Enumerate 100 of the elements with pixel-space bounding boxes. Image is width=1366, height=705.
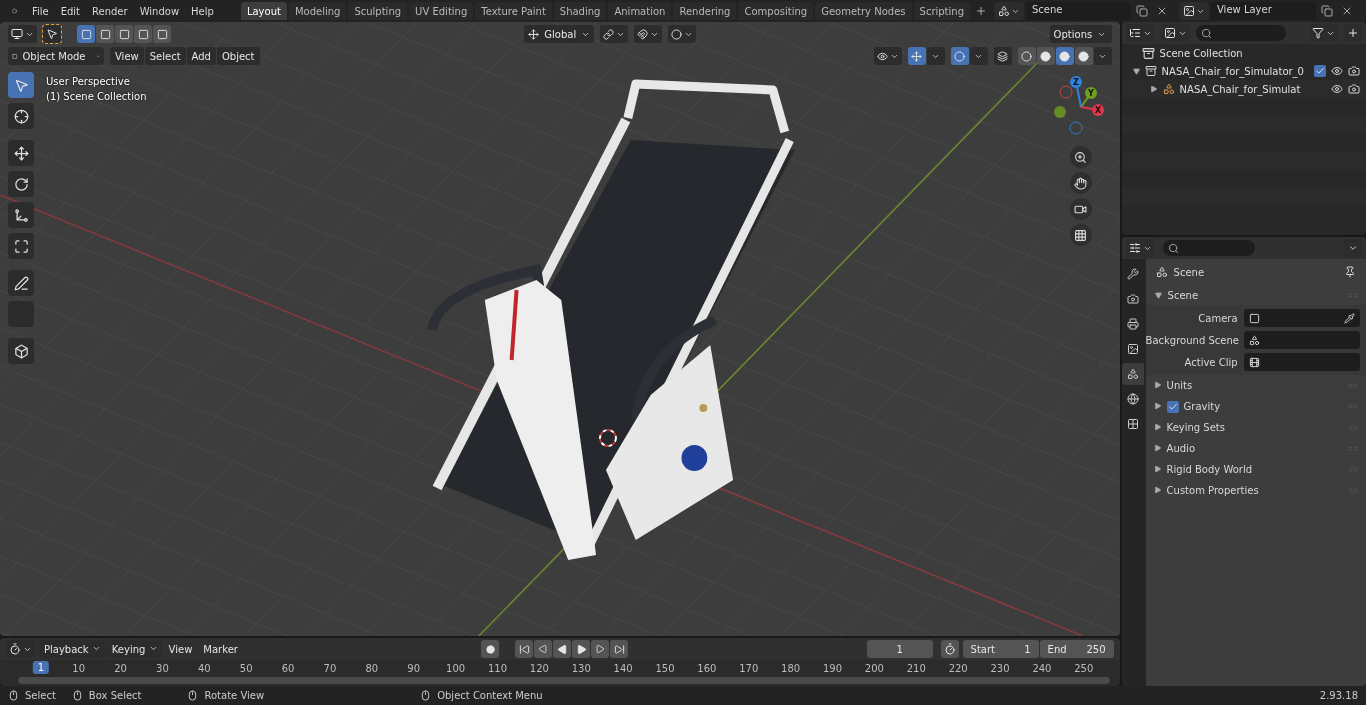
menu-item[interactable]: Help	[186, 3, 219, 19]
menu-item[interactable]: View	[110, 47, 144, 65]
workspace-tab[interactable]: Rendering	[673, 2, 737, 20]
scene-selector-button[interactable]	[994, 2, 1024, 20]
menu-item[interactable]: Edit	[55, 3, 86, 19]
tool-button[interactable]	[8, 338, 34, 364]
jump-start-button[interactable]	[515, 640, 534, 658]
scene-name-field[interactable]: Scene	[1026, 2, 1131, 20]
field[interactable]	[1243, 331, 1360, 349]
play-reverse-button[interactable]	[553, 640, 572, 658]
shading-button[interactable]	[1017, 47, 1036, 65]
copy-button[interactable]	[1318, 2, 1336, 20]
tool-button[interactable]	[8, 233, 34, 259]
menu-item[interactable]: Object	[216, 47, 260, 65]
menu-item[interactable]: Keying	[106, 640, 163, 658]
menu-item[interactable]: Window	[134, 3, 185, 19]
camera-icon[interactable]	[1348, 83, 1360, 95]
shading-button[interactable]	[1036, 47, 1055, 65]
workspace-tab[interactable]: Animation	[608, 2, 672, 20]
panel-header[interactable]: Keying Sets	[1145, 417, 1366, 438]
menu-item[interactable]: Select	[144, 47, 186, 65]
menu-item[interactable]: View	[163, 640, 198, 658]
current-frame-marker[interactable]: 1	[32, 661, 50, 674]
select-mode-button[interactable]	[134, 25, 152, 43]
checkbox[interactable]	[1314, 65, 1326, 77]
options-dropdown[interactable]: Options	[1049, 25, 1112, 43]
view-layer-selector-button[interactable]	[1179, 2, 1209, 20]
eye-icon[interactable]	[1331, 65, 1343, 77]
panel-header[interactable]: Units	[1145, 375, 1366, 396]
end-frame-field[interactable]: End 250	[1039, 640, 1114, 658]
tool-button[interactable]	[43, 25, 61, 43]
expand-arrow-icon[interactable]	[1150, 85, 1158, 93]
record-button[interactable]	[481, 640, 500, 658]
stopwatch-button[interactable]	[940, 640, 959, 658]
visibility-button[interactable]	[873, 47, 902, 65]
tool-button[interactable]	[8, 270, 34, 296]
panel-header[interactable]: Custom Properties	[1145, 480, 1366, 501]
panel-header[interactable]: Scene	[1145, 285, 1366, 305]
workspace-tab[interactable]: Texture Paint	[475, 2, 552, 20]
workspace-tab[interactable]: Sculpting	[348, 2, 408, 20]
display-mode-button[interactable]	[1160, 24, 1190, 42]
prev-keyframe-button[interactable]	[534, 640, 553, 658]
workspace-tab[interactable]: Modeling	[288, 2, 347, 20]
menu-item[interactable]: Render	[87, 3, 133, 19]
shading-button[interactable]	[1055, 47, 1074, 65]
menu-item[interactable]: Add	[186, 47, 216, 65]
overlay-toggle-button[interactable]	[950, 47, 969, 65]
menu-item[interactable]: File	[26, 3, 54, 19]
pin-icon[interactable]	[1344, 266, 1356, 278]
view-layer-name-field[interactable]: View Layer	[1211, 2, 1316, 20]
workspace-tab[interactable]: Compositing	[738, 2, 814, 20]
play-button[interactable]	[572, 640, 591, 658]
orientation-dropdown[interactable]: Global	[524, 25, 595, 43]
properties-tab[interactable]	[1121, 363, 1144, 385]
menu-item[interactable]: Marker	[198, 640, 243, 658]
camera-icon[interactable]	[1348, 65, 1360, 77]
editor-type-button[interactable]	[8, 25, 37, 43]
snap-button[interactable]	[634, 25, 663, 43]
expand-arrow-icon[interactable]	[1131, 67, 1140, 75]
next-keyframe-button[interactable]	[591, 640, 610, 658]
select-mode-button[interactable]	[153, 25, 171, 43]
panel-header[interactable]: Rigid Body World	[1145, 459, 1366, 480]
editor-type-button[interactable]	[1125, 239, 1155, 257]
workspace-tab[interactable]: Scripting	[913, 2, 970, 20]
zoom-button[interactable]	[1069, 146, 1092, 168]
eye-icon[interactable]	[1331, 83, 1343, 95]
tool-button[interactable]	[8, 171, 34, 197]
field[interactable]	[1243, 309, 1360, 327]
camera-view-button[interactable]	[1069, 198, 1092, 220]
tool-button[interactable]	[8, 202, 34, 228]
xray-button[interactable]	[993, 47, 1012, 65]
panel-header[interactable]: Audio	[1145, 438, 1366, 459]
field[interactable]	[1243, 353, 1360, 371]
shading-button[interactable]	[1074, 47, 1093, 65]
tool-button[interactable]	[8, 103, 34, 129]
select-mode-button[interactable]	[96, 25, 114, 43]
outliner-item[interactable]: Scene Collection	[1159, 47, 1243, 59]
workspace-tab[interactable]: Layout	[240, 2, 287, 20]
select-mode-button[interactable]	[77, 25, 95, 43]
start-frame-field[interactable]: Start 1	[962, 640, 1039, 658]
search-field[interactable]	[1195, 25, 1286, 41]
pan-button[interactable]	[1069, 172, 1092, 194]
search-field[interactable]	[1162, 240, 1255, 256]
new-collection-button[interactable]	[1344, 24, 1362, 42]
select-mode-button[interactable]	[115, 25, 133, 43]
mode-dropdown[interactable]: Object Mode	[8, 47, 104, 65]
checkbox[interactable]	[1166, 400, 1179, 413]
editor-type-button[interactable]	[1125, 24, 1155, 42]
grid-view-button[interactable]	[1069, 224, 1092, 246]
current-frame-field[interactable]: 1	[866, 640, 933, 658]
jump-end-button[interactable]	[610, 640, 629, 658]
filter-button[interactable]	[1309, 24, 1338, 42]
proportional-edit-button[interactable]	[668, 25, 697, 43]
panel-header[interactable]: Gravity	[1145, 396, 1366, 417]
gizmo-toggle-button[interactable]	[907, 47, 926, 65]
workspace-tab[interactable]: Shading	[553, 2, 607, 20]
tool-button[interactable]	[8, 140, 34, 166]
editor-type-button[interactable]	[6, 640, 35, 658]
copy-button[interactable]	[1133, 2, 1151, 20]
axis-gizmo[interactable]: Z Y X	[1045, 72, 1116, 142]
